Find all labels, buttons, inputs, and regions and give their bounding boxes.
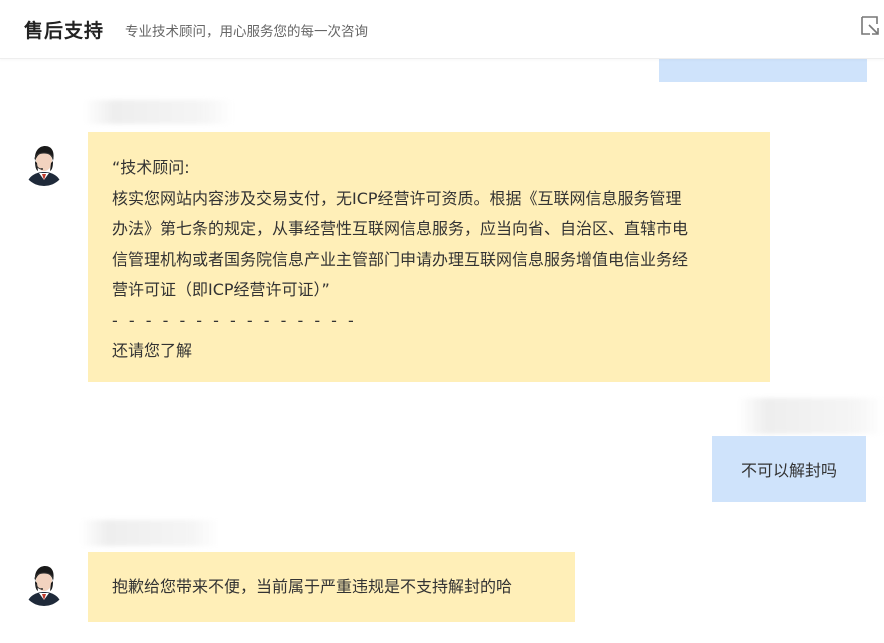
chat-window: 售后支持 专业技术顾问，用心服务您的每一次咨询 “技术顾问: 核实您网站内容涉及…: [0, 0, 884, 643]
message-line: “技术顾问:: [112, 158, 190, 177]
chat-header: 售后支持 专业技术顾问，用心服务您的每一次咨询: [0, 0, 884, 59]
agent-avatar: [22, 562, 66, 606]
agent-message-bubble: 抱歉给您带来不便，当前属于严重违规是不支持解封的哈: [88, 552, 575, 622]
minimize-icon[interactable]: [860, 15, 880, 37]
agent-message-bubble: “技术顾问: 核实您网站内容涉及交易支付，无ICP经营许可资质。根据《互联网信息…: [88, 132, 770, 382]
user-message-bubble-partial: [659, 56, 867, 82]
message-text: 不可以解封吗: [740, 461, 837, 480]
header-title: 售后支持: [24, 20, 105, 42]
sender-name-redacted: [80, 520, 220, 546]
message-text: 抱歉给您带来不便，当前属于严重违规是不支持解封的哈: [112, 576, 513, 596]
message-line: 信管理机构或者国务院信息产业主管部门申请办理互联网信息服务增值电信业务经: [112, 249, 689, 269]
message-closing: 还请您了解: [112, 341, 193, 360]
header-subtitle: 专业技术顾问，用心服务您的每一次咨询: [125, 24, 368, 40]
sender-name-redacted: [738, 398, 884, 434]
message-line: 办法》第七条的规定，从事经营性互联网信息服务，应当向省、自治区、直辖市电: [112, 219, 689, 238]
message-line: 核实您网站内容涉及交易支付，无ICP经营许可资质。根据《互联网信息服务管理: [112, 188, 682, 208]
agent-avatar: [22, 142, 66, 186]
message-line: 营许可证（即ICP经营许可证）”: [112, 280, 330, 299]
sender-name-redacted: [84, 100, 234, 124]
user-message-bubble: 不可以解封吗: [712, 436, 866, 502]
message-separator: - - - - - - - - - - - - - - -: [112, 310, 357, 330]
